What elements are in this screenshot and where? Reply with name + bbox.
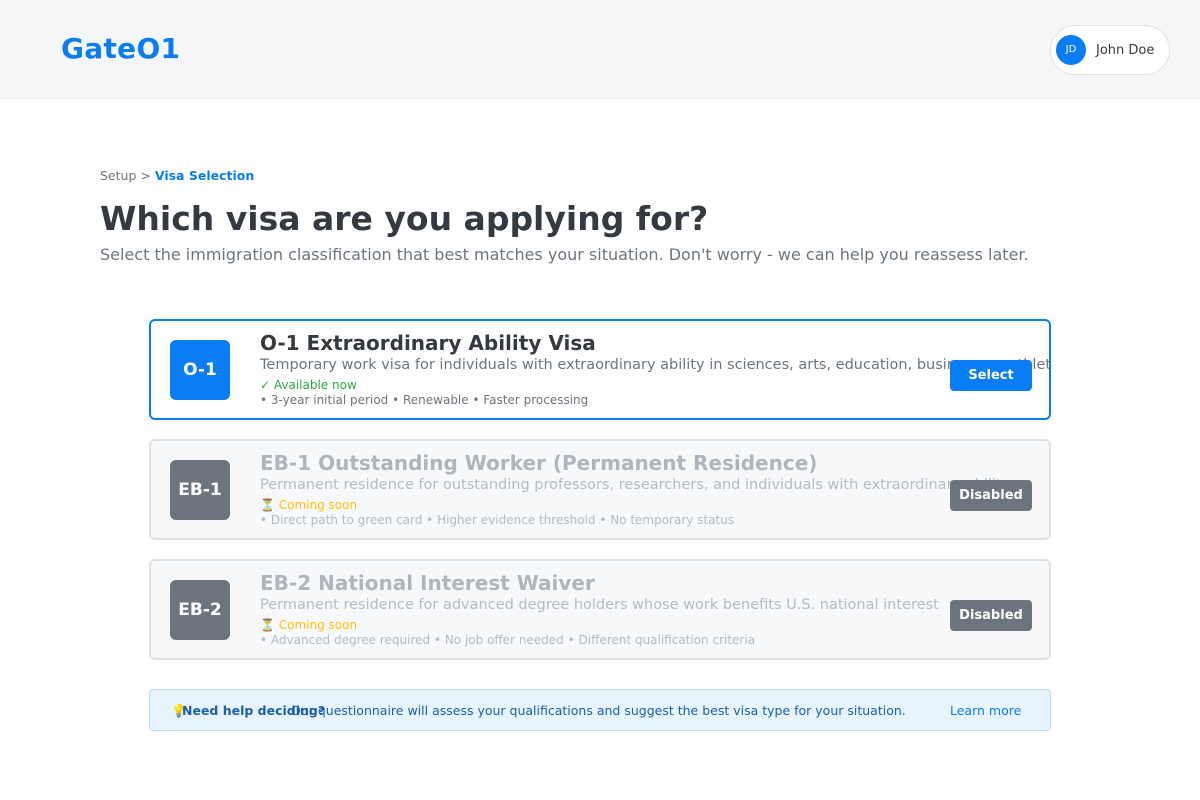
visa-features: • Advanced degree required • No job offe…	[260, 633, 756, 647]
visa-description: Temporary work visa for individuals with…	[260, 357, 1051, 373]
visa-badge-eb2: EB-2	[170, 580, 230, 640]
help-banner: 💡 Need help deciding? Our questionnaire …	[149, 689, 1051, 731]
app-logo[interactable]: GateO1	[61, 32, 180, 65]
avatar: JD	[1056, 35, 1086, 65]
disabled-button: Disabled	[950, 600, 1032, 631]
visa-status: ✓ Available now	[260, 378, 357, 392]
visa-badge-eb1: EB-1	[170, 460, 230, 520]
help-text: Our questionnaire will assess your quali…	[291, 703, 906, 718]
visa-status: ⏳ Coming soon	[260, 498, 358, 512]
visa-features: • 3-year initial period • Renewable • Fa…	[260, 393, 589, 407]
visa-features: • Direct path to green card • Higher evi…	[260, 513, 735, 527]
breadcrumb: Setup > Visa Selection	[100, 168, 254, 183]
learn-more-link[interactable]: Learn more	[950, 703, 1021, 718]
visa-status: ⏳ Coming soon	[260, 618, 358, 632]
breadcrumb-setup[interactable]: Setup	[100, 168, 136, 183]
visa-badge-o1: O-1	[170, 340, 230, 400]
user-menu[interactable]: JD John Doe	[1050, 25, 1170, 75]
visa-card-eb1: EB-1 EB-1 Outstanding Worker (Permanent …	[149, 439, 1051, 540]
breadcrumb-current: Visa Selection	[154, 168, 255, 183]
user-name: John Doe	[1096, 43, 1155, 58]
visa-description: Permanent residence for outstanding prof…	[260, 477, 1011, 493]
select-button[interactable]: Select	[950, 360, 1032, 391]
top-header: GateO1 JD John Doe	[0, 0, 1200, 100]
page-title: Which visa are you applying for?	[100, 199, 709, 238]
visa-description: Permanent residence for advanced degree …	[260, 597, 939, 613]
visa-title: EB-1 Outstanding Worker (Permanent Resid…	[260, 451, 818, 475]
visa-card-o1[interactable]: O-1 O-1 Extraordinary Ability Visa Tempo…	[149, 319, 1051, 420]
disabled-button: Disabled	[950, 480, 1032, 511]
page-subtitle: Select the immigration classification th…	[100, 245, 1029, 264]
breadcrumb-separator: >	[140, 168, 151, 183]
visa-title: O-1 Extraordinary Ability Visa	[260, 331, 596, 355]
visa-title: EB-2 National Interest Waiver	[260, 571, 595, 595]
visa-card-eb2: EB-2 EB-2 National Interest Waiver Perma…	[149, 559, 1051, 660]
